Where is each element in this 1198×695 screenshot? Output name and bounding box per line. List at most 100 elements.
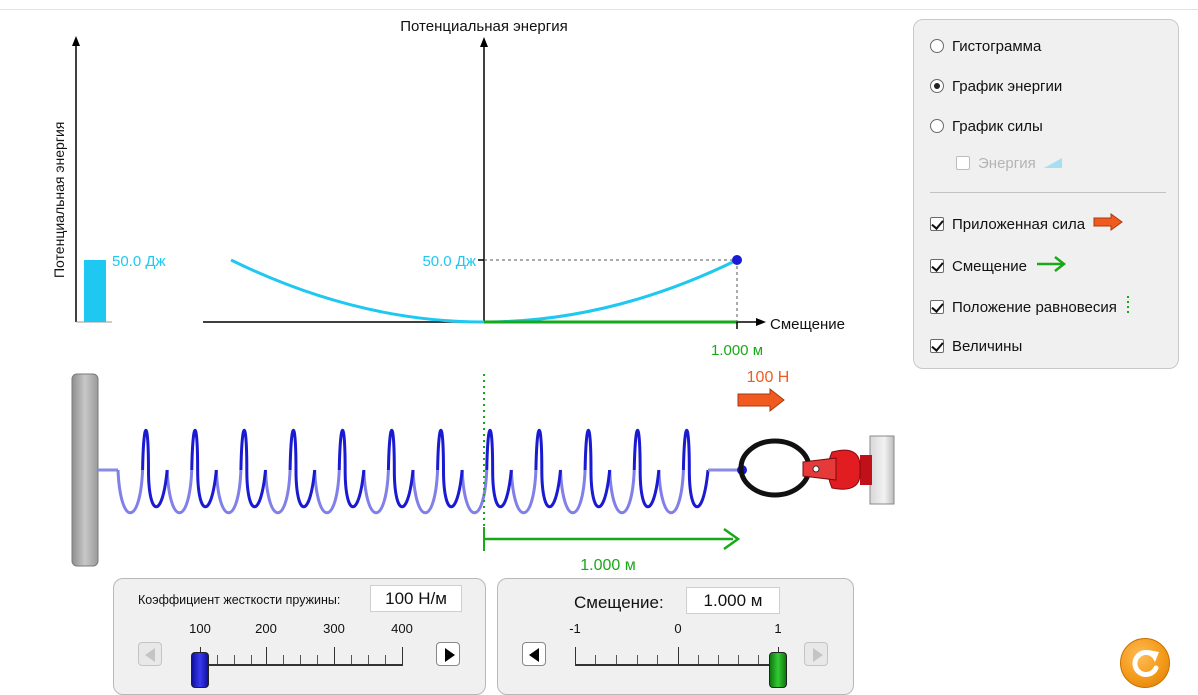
displacement-major-tick — [678, 647, 679, 664]
displacement-indicator: 1.000 м — [483, 527, 741, 574]
displacement-tick-label: 1 — [774, 621, 782, 636]
graph-x-axis-arrow — [756, 318, 766, 326]
applied-force-label: 100 Н — [747, 369, 790, 386]
displacement-minor-tick — [637, 655, 638, 664]
checkbox-equilibrium-label: Положение равновесия — [952, 298, 1117, 316]
displacement-tick-label: -1 — [569, 621, 581, 636]
displacement-slider-value: 1.000 м — [686, 587, 780, 614]
radio-force-graph-button[interactable] — [930, 119, 944, 133]
spring-minor-tick — [317, 655, 318, 664]
checkbox-values-box[interactable] — [930, 339, 944, 353]
checkbox-equilibrium[interactable]: Положение равновесия — [930, 295, 1131, 319]
displacement-minor-tick — [698, 655, 699, 664]
graph-displacement-value-label: 1.000 м — [711, 342, 763, 359]
displacement-major-tick — [575, 647, 576, 664]
spring-major-tick — [334, 647, 335, 664]
spring-minor-tick — [283, 655, 284, 664]
checkbox-applied-force-box[interactable] — [930, 217, 944, 231]
displacement-minor-tick — [616, 655, 617, 664]
displacement-minor-tick — [657, 655, 658, 664]
displacement-increase-button[interactable] — [804, 642, 828, 666]
displacement-minor-tick — [758, 655, 759, 664]
checkbox-applied-force-label: Приложенная сила — [952, 215, 1086, 233]
displacement-tick-label: 0 — [674, 621, 682, 636]
spring-increase-button[interactable] — [436, 642, 460, 666]
checkbox-equilibrium-box[interactable] — [930, 300, 944, 314]
graph-x-axis-label: Смещение — [770, 316, 845, 333]
pusher-pivot — [812, 465, 820, 473]
spring-minor-tick — [368, 655, 369, 664]
spring-tick-label: 300 — [323, 621, 345, 636]
radio-energy-graph[interactable]: График энергии — [930, 76, 1062, 96]
energy-wedge-icon — [1043, 155, 1062, 172]
spring-major-tick — [402, 647, 403, 664]
checkbox-energy-label: Энергия — [978, 154, 1036, 172]
left-triangle-icon — [145, 648, 155, 662]
potential-energy-bar — [84, 260, 106, 322]
checkbox-values[interactable]: Величины — [930, 336, 1022, 356]
displacement-slider-thumb[interactable] — [769, 652, 787, 688]
pusher-hand — [738, 435, 895, 505]
graph-title: Потенциальная энергия — [400, 18, 568, 35]
spring-tick-label: 200 — [255, 621, 277, 636]
wall — [71, 373, 99, 567]
left-triangle-icon — [529, 648, 539, 662]
bar-y-axis-arrow — [72, 36, 80, 46]
reset-icon — [1132, 650, 1159, 677]
checkbox-applied-force[interactable]: Приложенная сила — [930, 213, 1124, 235]
spring-major-tick — [266, 647, 267, 664]
right-triangle-icon — [813, 648, 823, 662]
displacement-minor-tick — [718, 655, 719, 664]
options-separator — [930, 192, 1166, 193]
spring-minor-tick — [300, 655, 301, 664]
checkbox-values-label: Величины — [952, 337, 1023, 355]
hook-ring — [738, 438, 812, 498]
displacement-label: 1.000 м — [580, 557, 635, 574]
spring-tick-label: 400 — [391, 621, 413, 636]
energy-point — [732, 255, 742, 265]
spring — [98, 429, 747, 515]
spring-constant-value: 100 Н/м — [370, 585, 462, 612]
spring-minor-tick — [351, 655, 352, 664]
bar-value-label: 50.0 Дж — [112, 253, 166, 270]
orange-arrow-icon — [1093, 213, 1124, 235]
spring-minor-tick — [251, 655, 252, 664]
energy-graph: Потенциальная энергия Смещение 50.0 Дж 1… — [203, 18, 845, 359]
energy-bar-chart: 50.0 Дж Потенциальная энергия — [51, 36, 166, 323]
spring-minor-tick — [217, 655, 218, 664]
displacement-slider-label: Смещение: — [574, 593, 664, 612]
pusher-base — [860, 455, 872, 485]
radio-force-graph-label: График силы — [952, 117, 1043, 135]
reset-button[interactable] — [1120, 638, 1170, 688]
bar-axis-label: Потенциальная энергия — [51, 122, 67, 278]
displacement-panel: Смещение: 1.000 м -1 0 1 — [497, 578, 854, 695]
spring-minor-tick — [234, 655, 235, 664]
spring-minor-tick — [385, 655, 386, 664]
green-dotted-line-icon — [1125, 295, 1131, 319]
radio-energy-graph-button[interactable] — [930, 79, 944, 93]
applied-force-arrow-icon — [737, 387, 785, 413]
radio-energy-graph-label: График энергии — [952, 77, 1063, 95]
radio-histogram[interactable]: Гистограмма — [930, 36, 1041, 56]
spring-slider-thumb[interactable] — [191, 652, 209, 688]
pusher-mount — [869, 435, 895, 505]
radio-histogram-button[interactable] — [930, 39, 944, 53]
graph-y-axis-arrow — [480, 37, 488, 47]
spring-decrease-button[interactable] — [138, 642, 162, 666]
checkbox-displacement[interactable]: Смещение — [930, 256, 1067, 276]
spring-constant-panel: Коэффициент жесткости пружины: 100 Н/м 1… — [113, 578, 486, 695]
displacement-minor-tick — [595, 655, 596, 664]
displacement-decrease-button[interactable] — [522, 642, 546, 666]
displacement-slider-track[interactable] — [575, 664, 779, 666]
spring-tick-label: 100 — [189, 621, 211, 636]
spring-front-coils — [141, 429, 710, 509]
spring-slider-track[interactable] — [200, 664, 403, 666]
checkbox-displacement-label: Смещение — [952, 257, 1028, 275]
radio-force-graph[interactable]: График силы — [930, 116, 1043, 136]
checkbox-energy[interactable]: Энергия — [956, 153, 1062, 173]
options-panel: Гистограмма График энергии График силы Э… — [913, 19, 1179, 369]
radio-histogram-label: Гистограмма — [952, 37, 1042, 55]
checkbox-energy-box[interactable] — [956, 156, 970, 170]
displacement-minor-tick — [738, 655, 739, 664]
checkbox-displacement-box[interactable] — [930, 259, 944, 273]
